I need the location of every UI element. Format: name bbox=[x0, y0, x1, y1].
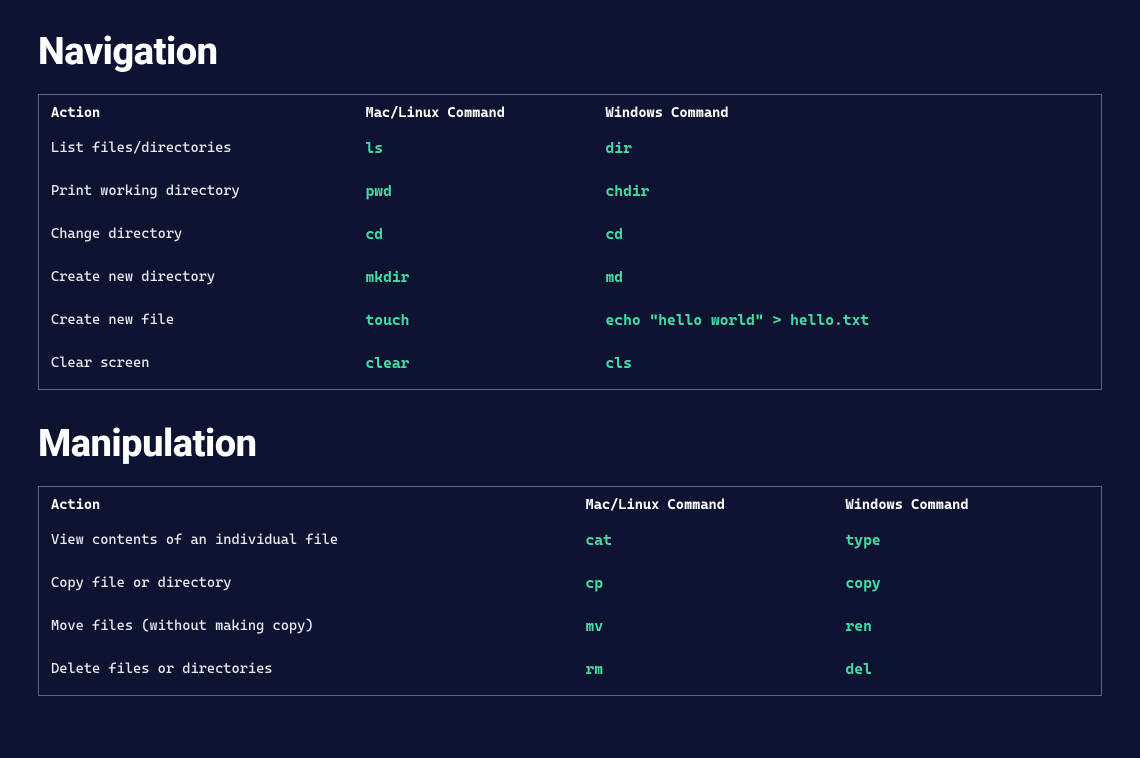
windows-command-cell: ren bbox=[834, 605, 1102, 648]
windows-command-cell: dir bbox=[594, 127, 1102, 170]
navigation-heading: Navigation bbox=[38, 30, 1102, 74]
column-header-mac: Mac/Linux Command bbox=[354, 95, 594, 128]
table-row: View contents of an individual file cat … bbox=[39, 519, 1102, 562]
manipulation-table: Action Mac/Linux Command Windows Command… bbox=[38, 486, 1102, 696]
mac-command-cell: cd bbox=[354, 213, 594, 256]
table-row: Change directory cd cd bbox=[39, 213, 1102, 256]
mac-command-cell: clear bbox=[354, 342, 594, 390]
table-row: Clear screen clear cls bbox=[39, 342, 1102, 390]
mac-command-cell: cat bbox=[574, 519, 834, 562]
table-row: Create new file touch echo "hello world"… bbox=[39, 299, 1102, 342]
table-row: Copy file or directory cp copy bbox=[39, 562, 1102, 605]
table-row: Move files (without making copy) mv ren bbox=[39, 605, 1102, 648]
mac-command-cell: cp bbox=[574, 562, 834, 605]
action-cell: View contents of an individual file bbox=[39, 519, 574, 562]
windows-command-cell: type bbox=[834, 519, 1102, 562]
action-cell: Change directory bbox=[39, 213, 354, 256]
action-cell: Delete files or directories bbox=[39, 648, 574, 696]
action-cell: Copy file or directory bbox=[39, 562, 574, 605]
table-row: Print working directory pwd chdir bbox=[39, 170, 1102, 213]
manipulation-section: Manipulation Action Mac/Linux Command Wi… bbox=[38, 422, 1102, 696]
navigation-section: Navigation Action Mac/Linux Command Wind… bbox=[38, 30, 1102, 390]
table-row: Create new directory mkdir md bbox=[39, 256, 1102, 299]
mac-command-cell: mv bbox=[574, 605, 834, 648]
column-header-mac: Mac/Linux Command bbox=[574, 487, 834, 520]
windows-command-cell: copy bbox=[834, 562, 1102, 605]
action-cell: Create new directory bbox=[39, 256, 354, 299]
action-cell: Create new file bbox=[39, 299, 354, 342]
table-header-row: Action Mac/Linux Command Windows Command bbox=[39, 95, 1102, 128]
column-header-windows: Windows Command bbox=[834, 487, 1102, 520]
mac-command-cell: ls bbox=[354, 127, 594, 170]
windows-command-cell: del bbox=[834, 648, 1102, 696]
navigation-table: Action Mac/Linux Command Windows Command… bbox=[38, 94, 1102, 390]
table-header-row: Action Mac/Linux Command Windows Command bbox=[39, 487, 1102, 520]
mac-command-cell: touch bbox=[354, 299, 594, 342]
windows-command-cell: chdir bbox=[594, 170, 1102, 213]
windows-command-cell: echo "hello world" > hello.txt bbox=[594, 299, 1102, 342]
action-cell: Clear screen bbox=[39, 342, 354, 390]
column-header-action: Action bbox=[39, 487, 574, 520]
table-row: Delete files or directories rm del bbox=[39, 648, 1102, 696]
windows-command-cell: cls bbox=[594, 342, 1102, 390]
windows-command-cell: cd bbox=[594, 213, 1102, 256]
windows-command-cell: md bbox=[594, 256, 1102, 299]
manipulation-heading: Manipulation bbox=[38, 422, 1102, 466]
table-row: List files/directories ls dir bbox=[39, 127, 1102, 170]
column-header-windows: Windows Command bbox=[594, 95, 1102, 128]
column-header-action: Action bbox=[39, 95, 354, 128]
mac-command-cell: mkdir bbox=[354, 256, 594, 299]
action-cell: Move files (without making copy) bbox=[39, 605, 574, 648]
mac-command-cell: pwd bbox=[354, 170, 594, 213]
action-cell: List files/directories bbox=[39, 127, 354, 170]
action-cell: Print working directory bbox=[39, 170, 354, 213]
mac-command-cell: rm bbox=[574, 648, 834, 696]
